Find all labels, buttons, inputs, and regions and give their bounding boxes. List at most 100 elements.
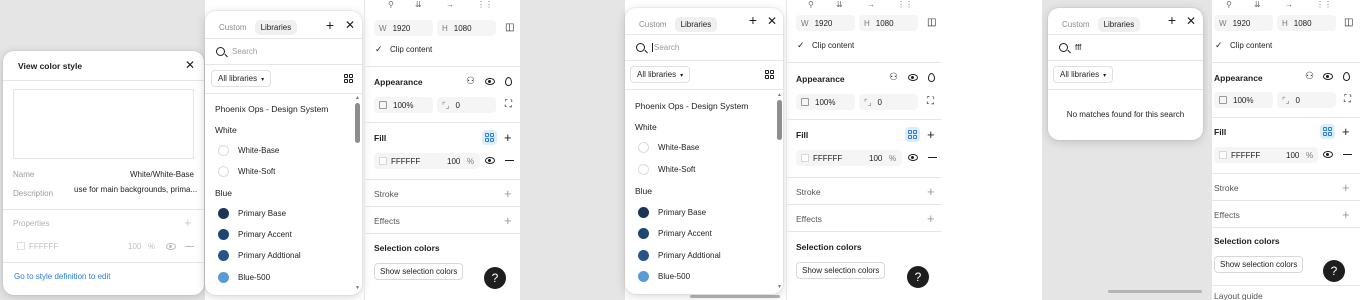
variable-icon[interactable]: ⚇: [889, 73, 898, 83]
tab-libraries[interactable]: Libraries: [1097, 17, 1141, 32]
grid-small-icon[interactable]: ⋮⋮: [897, 0, 913, 9]
resize-icon[interactable]: ◫: [505, 23, 514, 33]
scrollbar-thumb[interactable]: [777, 100, 782, 140]
height-field[interactable]: H 1080: [859, 15, 918, 31]
add-fill-icon[interactable]: +: [504, 131, 512, 144]
expand-corners-icon[interactable]: ⛶: [927, 97, 934, 107]
canvas-3-scroll-track[interactable]: [1108, 290, 1202, 293]
radius-field[interactable]: ⌜⌟ 0: [859, 94, 918, 110]
scroll-up-icon[interactable]: ▲: [777, 92, 782, 98]
resize-icon[interactable]: ◫: [1344, 18, 1353, 28]
swatch-item-primary-accent[interactable]: Primary Accent: [218, 229, 292, 240]
add-stroke-icon[interactable]: +: [1342, 181, 1350, 194]
width-field[interactable]: W 1920: [374, 20, 433, 36]
styles-button[interactable]: [1320, 124, 1335, 139]
tab-custom[interactable]: Custom: [633, 17, 673, 32]
add-stroke-icon[interactable]: +: [927, 185, 935, 198]
visibility-icon[interactable]: [1323, 73, 1333, 80]
constraint-icon[interactable]: ⚲: [1226, 0, 1232, 9]
add-effect-icon[interactable]: +: [1342, 208, 1350, 221]
align-bottom-icon[interactable]: ⇊: [1254, 0, 1261, 9]
add-icon[interactable]: +: [323, 18, 337, 32]
remove-fill-icon[interactable]: [1343, 154, 1352, 156]
swatch-item-white-base[interactable]: White-Base: [638, 142, 699, 153]
show-selection-colors-button[interactable]: Show selection colors: [374, 263, 464, 280]
swatch-item-white-soft[interactable]: White-Soft: [218, 166, 275, 177]
clip-content-checkbox[interactable]: ✓: [375, 44, 383, 55]
swatch-item-primary-accent[interactable]: Primary Accent: [638, 228, 712, 239]
styles-button[interactable]: [905, 127, 920, 142]
search-row[interactable]: fff: [1048, 34, 1203, 60]
fill-field[interactable]: FFFFFF 100%: [796, 150, 902, 166]
opacity-field[interactable]: 100%: [1214, 92, 1273, 108]
add-effect-icon[interactable]: +: [504, 214, 512, 227]
expand-corners-icon[interactable]: ⛶: [505, 100, 512, 110]
expand-corners-icon[interactable]: ⛶: [1344, 95, 1351, 105]
help-button[interactable]: ?: [484, 267, 506, 289]
styles-button[interactable]: [482, 130, 497, 145]
close-icon[interactable]: ✕: [1186, 15, 1196, 27]
opacity-field[interactable]: 100%: [796, 94, 855, 110]
show-selection-colors-button[interactable]: Show selection colors: [1214, 256, 1304, 273]
fill-visibility-icon[interactable]: [485, 157, 495, 164]
swatch-item-white-soft[interactable]: White-Soft: [638, 164, 695, 175]
scrollbar-thumb[interactable]: [355, 103, 360, 143]
search-input[interactable]: Search: [232, 47, 257, 56]
align-bottom-icon[interactable]: ⇊: [836, 0, 843, 9]
grid-small-icon[interactable]: ⋮⋮: [1316, 0, 1332, 9]
fill-visibility-icon[interactable]: [1323, 151, 1333, 158]
align-bottom-icon[interactable]: ⇊: [415, 0, 422, 9]
show-selection-colors-button[interactable]: Show selection colors: [796, 262, 886, 279]
add-effect-icon[interactable]: +: [927, 212, 935, 225]
visibility-icon[interactable]: [485, 78, 495, 85]
library-filter-dropdown[interactable]: All libraries ▾: [1053, 66, 1114, 83]
swatch-item-primary-additional[interactable]: Primary Addtional: [638, 250, 721, 261]
canvas-2-scroll-track[interactable]: [690, 295, 780, 298]
variable-icon[interactable]: ⚇: [466, 77, 475, 87]
radius-field[interactable]: ⌜⌟ 0: [1277, 92, 1336, 108]
swatch-item-white-base[interactable]: White-Base: [218, 145, 279, 156]
tab-custom[interactable]: Custom: [1056, 17, 1096, 32]
clip-content-checkbox[interactable]: ✓: [797, 40, 805, 51]
scroll-down-icon[interactable]: ▼: [355, 285, 360, 291]
opacity-field[interactable]: 100%: [374, 97, 433, 113]
swatch-item-blue-500[interactable]: Blue-500: [218, 272, 270, 283]
add-fill-icon[interactable]: +: [1342, 125, 1350, 138]
tab-libraries[interactable]: Libraries: [674, 17, 718, 32]
tab-custom[interactable]: Custom: [213, 20, 253, 35]
visibility-icon[interactable]: [908, 74, 918, 81]
blend-mode-icon[interactable]: [1343, 72, 1350, 81]
scroll-up-icon[interactable]: ▲: [355, 95, 360, 101]
radius-field[interactable]: ⌜⌟ 0: [437, 97, 496, 113]
add-icon[interactable]: +: [746, 13, 760, 27]
arrow-right-icon[interactable]: →: [446, 0, 454, 9]
tab-libraries[interactable]: Libraries: [254, 20, 298, 35]
height-field[interactable]: H 1080: [1277, 15, 1336, 31]
clip-content-checkbox[interactable]: ✓: [1215, 40, 1223, 51]
blend-mode-icon[interactable]: [505, 77, 512, 86]
swatch-item-primary-base[interactable]: Primary Base: [218, 208, 286, 219]
search-row[interactable]: Search: [625, 34, 783, 60]
library-filter-dropdown[interactable]: All libraries ▾: [211, 70, 272, 87]
close-icon[interactable]: ✕: [767, 15, 777, 27]
arrow-right-icon[interactable]: →: [1285, 0, 1293, 9]
fill-field[interactable]: FFFFFF 100%: [1214, 147, 1318, 163]
blend-mode-icon[interactable]: [928, 73, 935, 82]
search-input[interactable]: fff: [1075, 43, 1081, 52]
scroll-down-icon[interactable]: ▼: [777, 284, 782, 290]
close-icon[interactable]: ✕: [185, 59, 195, 71]
constraint-icon[interactable]: ⚲: [388, 0, 394, 9]
add-fill-icon[interactable]: +: [927, 128, 935, 141]
swatch-item-primary-base[interactable]: Primary Base: [638, 207, 706, 218]
fill-field[interactable]: FFFFFF 100%: [374, 153, 480, 169]
variable-icon[interactable]: ⚇: [1305, 72, 1314, 82]
grid-view-icon[interactable]: [765, 70, 774, 79]
go-to-definition-link[interactable]: Go to style definition to edit: [14, 272, 111, 281]
grid-small-icon[interactable]: ⋮⋮: [477, 0, 493, 9]
add-icon[interactable]: +: [1165, 13, 1179, 27]
width-field[interactable]: W 1920: [1214, 15, 1273, 31]
swatch-item-blue-500[interactable]: Blue-500: [638, 271, 690, 282]
help-button[interactable]: ?: [1323, 260, 1345, 282]
add-stroke-icon[interactable]: +: [504, 187, 512, 200]
search-row[interactable]: Search: [205, 38, 362, 64]
